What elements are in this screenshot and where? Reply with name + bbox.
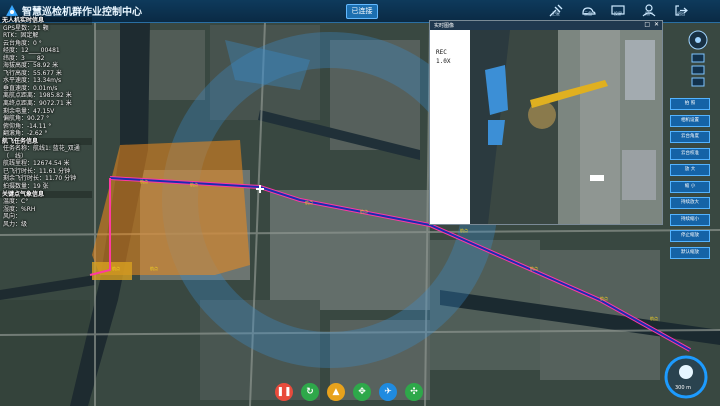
video-feed: REC 1.0X bbox=[430, 30, 662, 224]
return-icon[interactable]: ↻ bbox=[301, 383, 319, 401]
mission-info-row: 拍摄数量：19 张 bbox=[3, 183, 49, 191]
gimbal-calibrate-button[interactable]: 云台校准 bbox=[670, 147, 710, 160]
keypoint-info-row: 风向： bbox=[3, 213, 22, 221]
continuous-zoom-out-button[interactable]: 持续缩小 bbox=[670, 213, 710, 226]
land-icon[interactable]: ▲ bbox=[327, 383, 345, 401]
uav-info-row: 经度：12____00481 bbox=[3, 47, 60, 55]
uav-info-row: 偏航角：90.27 ° bbox=[3, 115, 50, 123]
drone-icon[interactable]: ✈ bbox=[379, 383, 397, 401]
top-icon-caption: 卫星 bbox=[552, 11, 560, 16]
uav-info-row: 离终点距离：9072.71 米 bbox=[3, 100, 72, 108]
mission-info-row: 任务名称：航线1: 蓝花_双通 bbox=[3, 145, 80, 153]
close-icon[interactable]: ✕ bbox=[654, 21, 659, 28]
uav-info-row: 剩余电量：47.15V bbox=[3, 107, 55, 115]
maximize-icon[interactable]: □ bbox=[644, 21, 650, 28]
svg-text:航点: 航点 bbox=[650, 315, 658, 321]
gimbal-icon[interactable]: ✥ bbox=[353, 383, 371, 401]
uav-info-row: 翻滚角：-2.62 ° bbox=[3, 130, 48, 138]
uav-info-row: GPS星数：21 颗 bbox=[3, 24, 49, 32]
top-icon-caption: 退出 bbox=[677, 11, 685, 16]
stop-zoom-button[interactable]: 停止缩放 bbox=[670, 230, 710, 242]
video-title: 实时图像 bbox=[434, 23, 455, 29]
mission-info-row: 剩余飞行时长：11.70 分钟 bbox=[3, 175, 77, 183]
layer-icons[interactable] bbox=[686, 50, 710, 94]
svg-text:航点: 航点 bbox=[190, 181, 198, 187]
keypoint-info-row: 风力：级 bbox=[3, 220, 28, 228]
top-icon-caption: 云盘 bbox=[584, 11, 592, 16]
locate-control[interactable] bbox=[664, 355, 708, 399]
rec-indicator: REC 1.0X bbox=[436, 48, 450, 66]
svg-text:航点: 航点 bbox=[305, 199, 313, 205]
keypoint-info-row: 温度：C° bbox=[3, 198, 29, 206]
svg-text:航点: 航点 bbox=[360, 208, 368, 214]
svg-text:航点: 航点 bbox=[150, 265, 158, 271]
photo-button[interactable]: 拍 照 bbox=[670, 98, 710, 110]
svg-text:航点: 航点 bbox=[600, 295, 608, 301]
video-image bbox=[430, 30, 662, 224]
hover-icon[interactable]: ✣ bbox=[405, 383, 423, 401]
compass-control[interactable] bbox=[688, 30, 708, 50]
uav-info-row: RTK：固定解 bbox=[3, 32, 39, 40]
app-title: 智慧巡检机群作业控制中心 bbox=[22, 7, 142, 18]
default-zoom-button[interactable]: 默认缩放 bbox=[670, 246, 710, 259]
camera-settings-button[interactable]: 相机设置 bbox=[670, 114, 710, 127]
zoom-in-button[interactable]: 放 大 bbox=[670, 164, 710, 176]
uav-info-title: 无人机实时信息 bbox=[0, 17, 92, 25]
top-icon-caption: 用户 bbox=[645, 11, 653, 16]
zoom-level: 1.0X bbox=[436, 58, 451, 65]
info-panel: 无人机实时信息 GPS星数：21 颗 RTK：固定解 云台角度：0 ° 经度：1… bbox=[0, 17, 92, 228]
svg-text:航点: 航点 bbox=[112, 265, 120, 271]
rec-label: REC bbox=[436, 49, 447, 56]
logo-icon bbox=[6, 5, 18, 16]
svg-text:航点: 航点 bbox=[140, 178, 148, 184]
video-header: 实时图像 □ ✕ bbox=[430, 21, 662, 30]
pause-icon[interactable]: ❚❚ bbox=[275, 383, 293, 401]
continuous-zoom-in-button[interactable]: 持续放大 bbox=[670, 197, 710, 209]
mission-info-row: 航线里程：12674.54 米 bbox=[3, 160, 70, 168]
top-icon-caption: 投屏 bbox=[614, 11, 622, 16]
svg-text:航点: 航点 bbox=[460, 227, 468, 233]
gimbal-angle-button[interactable]: 云台角度 bbox=[670, 131, 710, 143]
camera-toolbar: 拍 照 相机设置 云台角度 云台校准 放 大 缩 小 持续放大 持续缩小 停止缩… bbox=[670, 98, 710, 263]
uav-info-row: 离航点距离：1985.82 米 bbox=[3, 92, 72, 100]
svg-text:航点: 航点 bbox=[530, 265, 538, 271]
video-window[interactable]: 实时图像 □ ✕ REC 1.0X bbox=[429, 20, 663, 225]
uav-info-row: 水平速度：13.34m/s bbox=[3, 77, 62, 85]
zoom-out-button[interactable]: 缩 小 bbox=[670, 180, 710, 193]
map-side-controls bbox=[686, 50, 710, 98]
keypoint-info-title: 关键点气象信息 bbox=[0, 190, 92, 199]
uav-info-row: 海拔高度：58.92 米 bbox=[3, 62, 59, 70]
scale-label: 300 m bbox=[675, 385, 692, 391]
connection-status-button[interactable]: 已连接 bbox=[346, 4, 378, 19]
